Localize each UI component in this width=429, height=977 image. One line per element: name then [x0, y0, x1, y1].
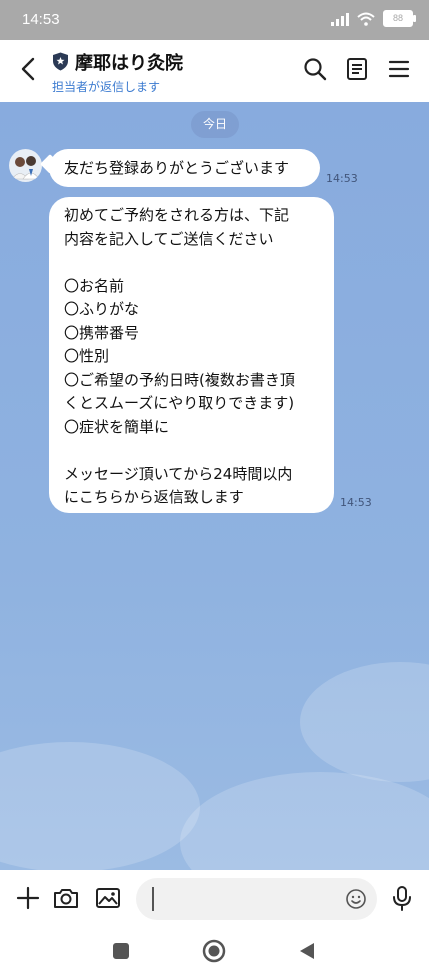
- microphone-icon[interactable]: [388, 884, 416, 912]
- battery-level: 88: [392, 13, 403, 23]
- system-navigation-bar: [0, 927, 429, 977]
- chat-title[interactable]: 摩耶はり灸院: [75, 49, 183, 75]
- message-text: 初めてご予約をされる方は、下記 内容を記入してご送信ください 〇お名前 〇ふりが…: [64, 206, 295, 506]
- status-icons: 88: [331, 10, 416, 27]
- chat-area[interactable]: 今日 友だち登録ありがとうございます 14:53 初めてご予約をされる方は、下記…: [0, 102, 429, 870]
- wifi-icon: [357, 12, 375, 26]
- background-cloud: [180, 772, 429, 870]
- search-icon[interactable]: [302, 56, 328, 82]
- message-timestamp: 14:53: [340, 496, 372, 509]
- avatar[interactable]: [9, 149, 42, 182]
- camera-icon[interactable]: [52, 884, 80, 912]
- status-bar: 14:53 88: [0, 0, 429, 40]
- emoji-icon[interactable]: [345, 888, 367, 910]
- menu-icon[interactable]: [386, 56, 412, 82]
- message-bubble[interactable]: 初めてご予約をされる方は、下記 内容を記入してご送信ください 〇お名前 〇ふりが…: [49, 197, 334, 513]
- notes-icon[interactable]: [344, 56, 370, 82]
- official-shield-icon: [53, 52, 68, 71]
- message-timestamp: 14:53: [326, 172, 358, 185]
- text-caret: [152, 887, 154, 911]
- image-icon[interactable]: [94, 884, 122, 912]
- background-cloud: [0, 742, 200, 870]
- plus-icon[interactable]: [14, 884, 42, 912]
- back-nav-icon[interactable]: [297, 941, 317, 961]
- home-icon[interactable]: [202, 939, 226, 963]
- message-input-bar: [0, 870, 429, 927]
- chat-subtitle: 担当者が返信します: [52, 80, 161, 94]
- date-divider: 今日: [191, 111, 239, 138]
- background-cloud: [300, 662, 429, 782]
- status-time: 14:53: [22, 11, 60, 28]
- back-icon[interactable]: [14, 54, 44, 84]
- message-text: 友だち登録ありがとうございます: [64, 159, 290, 177]
- signal-icon: [331, 12, 349, 26]
- message-input[interactable]: [136, 878, 377, 920]
- message-bubble[interactable]: 友だち登録ありがとうございます: [49, 149, 320, 187]
- chat-header: 摩耶はり灸院 担当者が返信します: [0, 40, 429, 102]
- recent-apps-icon[interactable]: [112, 942, 130, 960]
- battery-icon: 88: [383, 10, 416, 27]
